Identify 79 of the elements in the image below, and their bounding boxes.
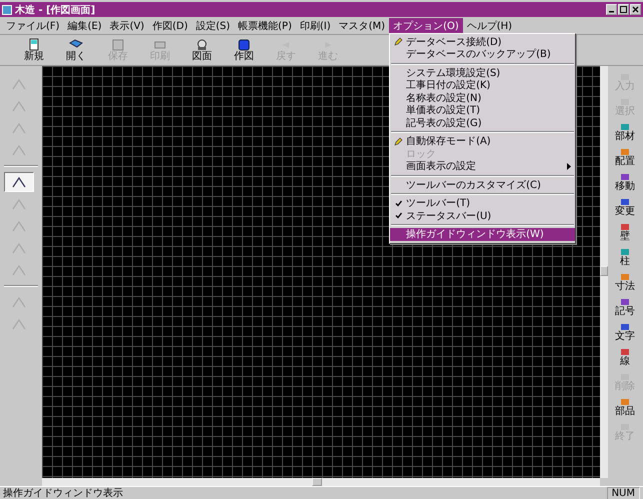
menu-item[interactable]: 設定(S) (192, 18, 234, 34)
window-title: 木造 - [作図画面] (15, 4, 96, 16)
toolbar-button[interactable]: 図面 (184, 37, 220, 63)
caret-icon (11, 219, 27, 233)
status-message: 操作ガイドウィンドウ表示 (3, 488, 123, 498)
menu-item[interactable]: 編集(E) (64, 18, 106, 34)
pencil-icon (394, 37, 403, 46)
tool-button[interactable]: 線 (610, 345, 640, 369)
caret-icon (11, 175, 27, 189)
tool-button[interactable]: 壁 (610, 220, 640, 244)
toolbar-button[interactable]: 作図 (226, 37, 262, 63)
rectangle-icon (620, 298, 630, 306)
caret-icon (11, 263, 27, 277)
pencil-icon (394, 136, 403, 146)
document-icon (27, 38, 41, 51)
tool-button[interactable]: 部材 (610, 120, 640, 144)
rectangle-icon (620, 198, 630, 206)
menu-option[interactable]: 単価表の設定(T) (390, 104, 576, 116)
minimize-button[interactable] (606, 4, 617, 15)
menu-option[interactable]: ツールバー(T) (390, 197, 576, 210)
tool-button[interactable]: 記号 (610, 295, 640, 319)
menu-item[interactable]: 印刷(I) (296, 18, 335, 34)
submenu-arrow-icon (567, 162, 572, 170)
toolbar-button[interactable]: 開く (58, 37, 94, 63)
menu-option[interactable]: 操作ガイドウィンドウ表示(W) (390, 228, 576, 240)
rectangle-icon (620, 122, 630, 130)
menu-item[interactable]: 帳票機能(P) (234, 18, 296, 34)
maximize-button[interactable] (618, 4, 629, 15)
caret-icon (11, 241, 27, 255)
caret-icon (11, 121, 27, 135)
caret-icon (11, 295, 27, 309)
caret-icon (11, 143, 27, 157)
horizontal-scrollbar[interactable] (42, 478, 600, 486)
menu-item[interactable]: ファイル(F) (2, 18, 64, 34)
rectangle-icon (620, 322, 630, 330)
tool-button[interactable]: 文字 (610, 320, 640, 344)
menu-option[interactable]: 記号表の設定(G) (390, 116, 576, 129)
caret-icon (11, 317, 27, 331)
rectangle-icon (620, 348, 630, 356)
square-icon (111, 38, 125, 51)
rectangle-icon (620, 272, 630, 280)
square-icon (237, 38, 251, 51)
menu-option[interactable]: システム環境設定(S) (390, 66, 576, 79)
rectangle-icon (620, 398, 630, 406)
menu-option[interactable]: 自動保存モード(A) (390, 135, 576, 148)
caret-icon (11, 77, 27, 91)
rectangle-icon (620, 172, 630, 180)
vertical-scrollbar[interactable] (600, 66, 608, 478)
menu-option[interactable]: データベース接続(D) (390, 36, 576, 48)
menu-item[interactable]: オプション(O) (389, 18, 463, 34)
caret-icon (11, 99, 27, 113)
menu-option[interactable]: 画面表示の設定 (390, 160, 576, 172)
close-button[interactable] (630, 4, 641, 15)
app-icon (2, 4, 12, 14)
tool-button[interactable]: 部品 (610, 395, 640, 419)
menu-option[interactable]: 名称表の設定(N) (390, 92, 576, 104)
toolbar-button[interactable]: 新規 (16, 37, 52, 63)
status-indicator: NUM (606, 486, 640, 499)
tool-button[interactable]: 柱 (610, 245, 640, 269)
rectangle-icon (620, 222, 630, 230)
tool-button[interactable]: 変更 (610, 195, 640, 219)
menu-item[interactable]: 表示(V) (106, 18, 148, 34)
menu-option[interactable]: データベースのバックアップ(B) (390, 48, 576, 60)
menu-item[interactable]: ヘルプ(H) (462, 18, 516, 34)
magnifier-icon (195, 38, 209, 51)
tool-button[interactable]: 寸法 (610, 270, 640, 294)
menu-item[interactable]: マスタ(M) (334, 18, 390, 34)
maximize-icon (620, 6, 627, 13)
menu-option[interactable]: ツールバーのカスタマイズ(C) (390, 178, 576, 191)
tool-button[interactable]: 配置 (610, 145, 640, 169)
rectangle-icon (620, 148, 630, 156)
close-icon (632, 6, 639, 13)
tool-button[interactable] (4, 172, 34, 192)
menu-item[interactable]: 作図(D) (148, 18, 192, 34)
menu-option[interactable]: ステータスバー(U) (390, 210, 576, 222)
rectangle-icon (620, 248, 630, 256)
caret-icon (11, 197, 27, 211)
tool-button[interactable]: 移動 (610, 170, 640, 194)
menu-option[interactable]: 工事日付の設定(K) (390, 79, 576, 92)
